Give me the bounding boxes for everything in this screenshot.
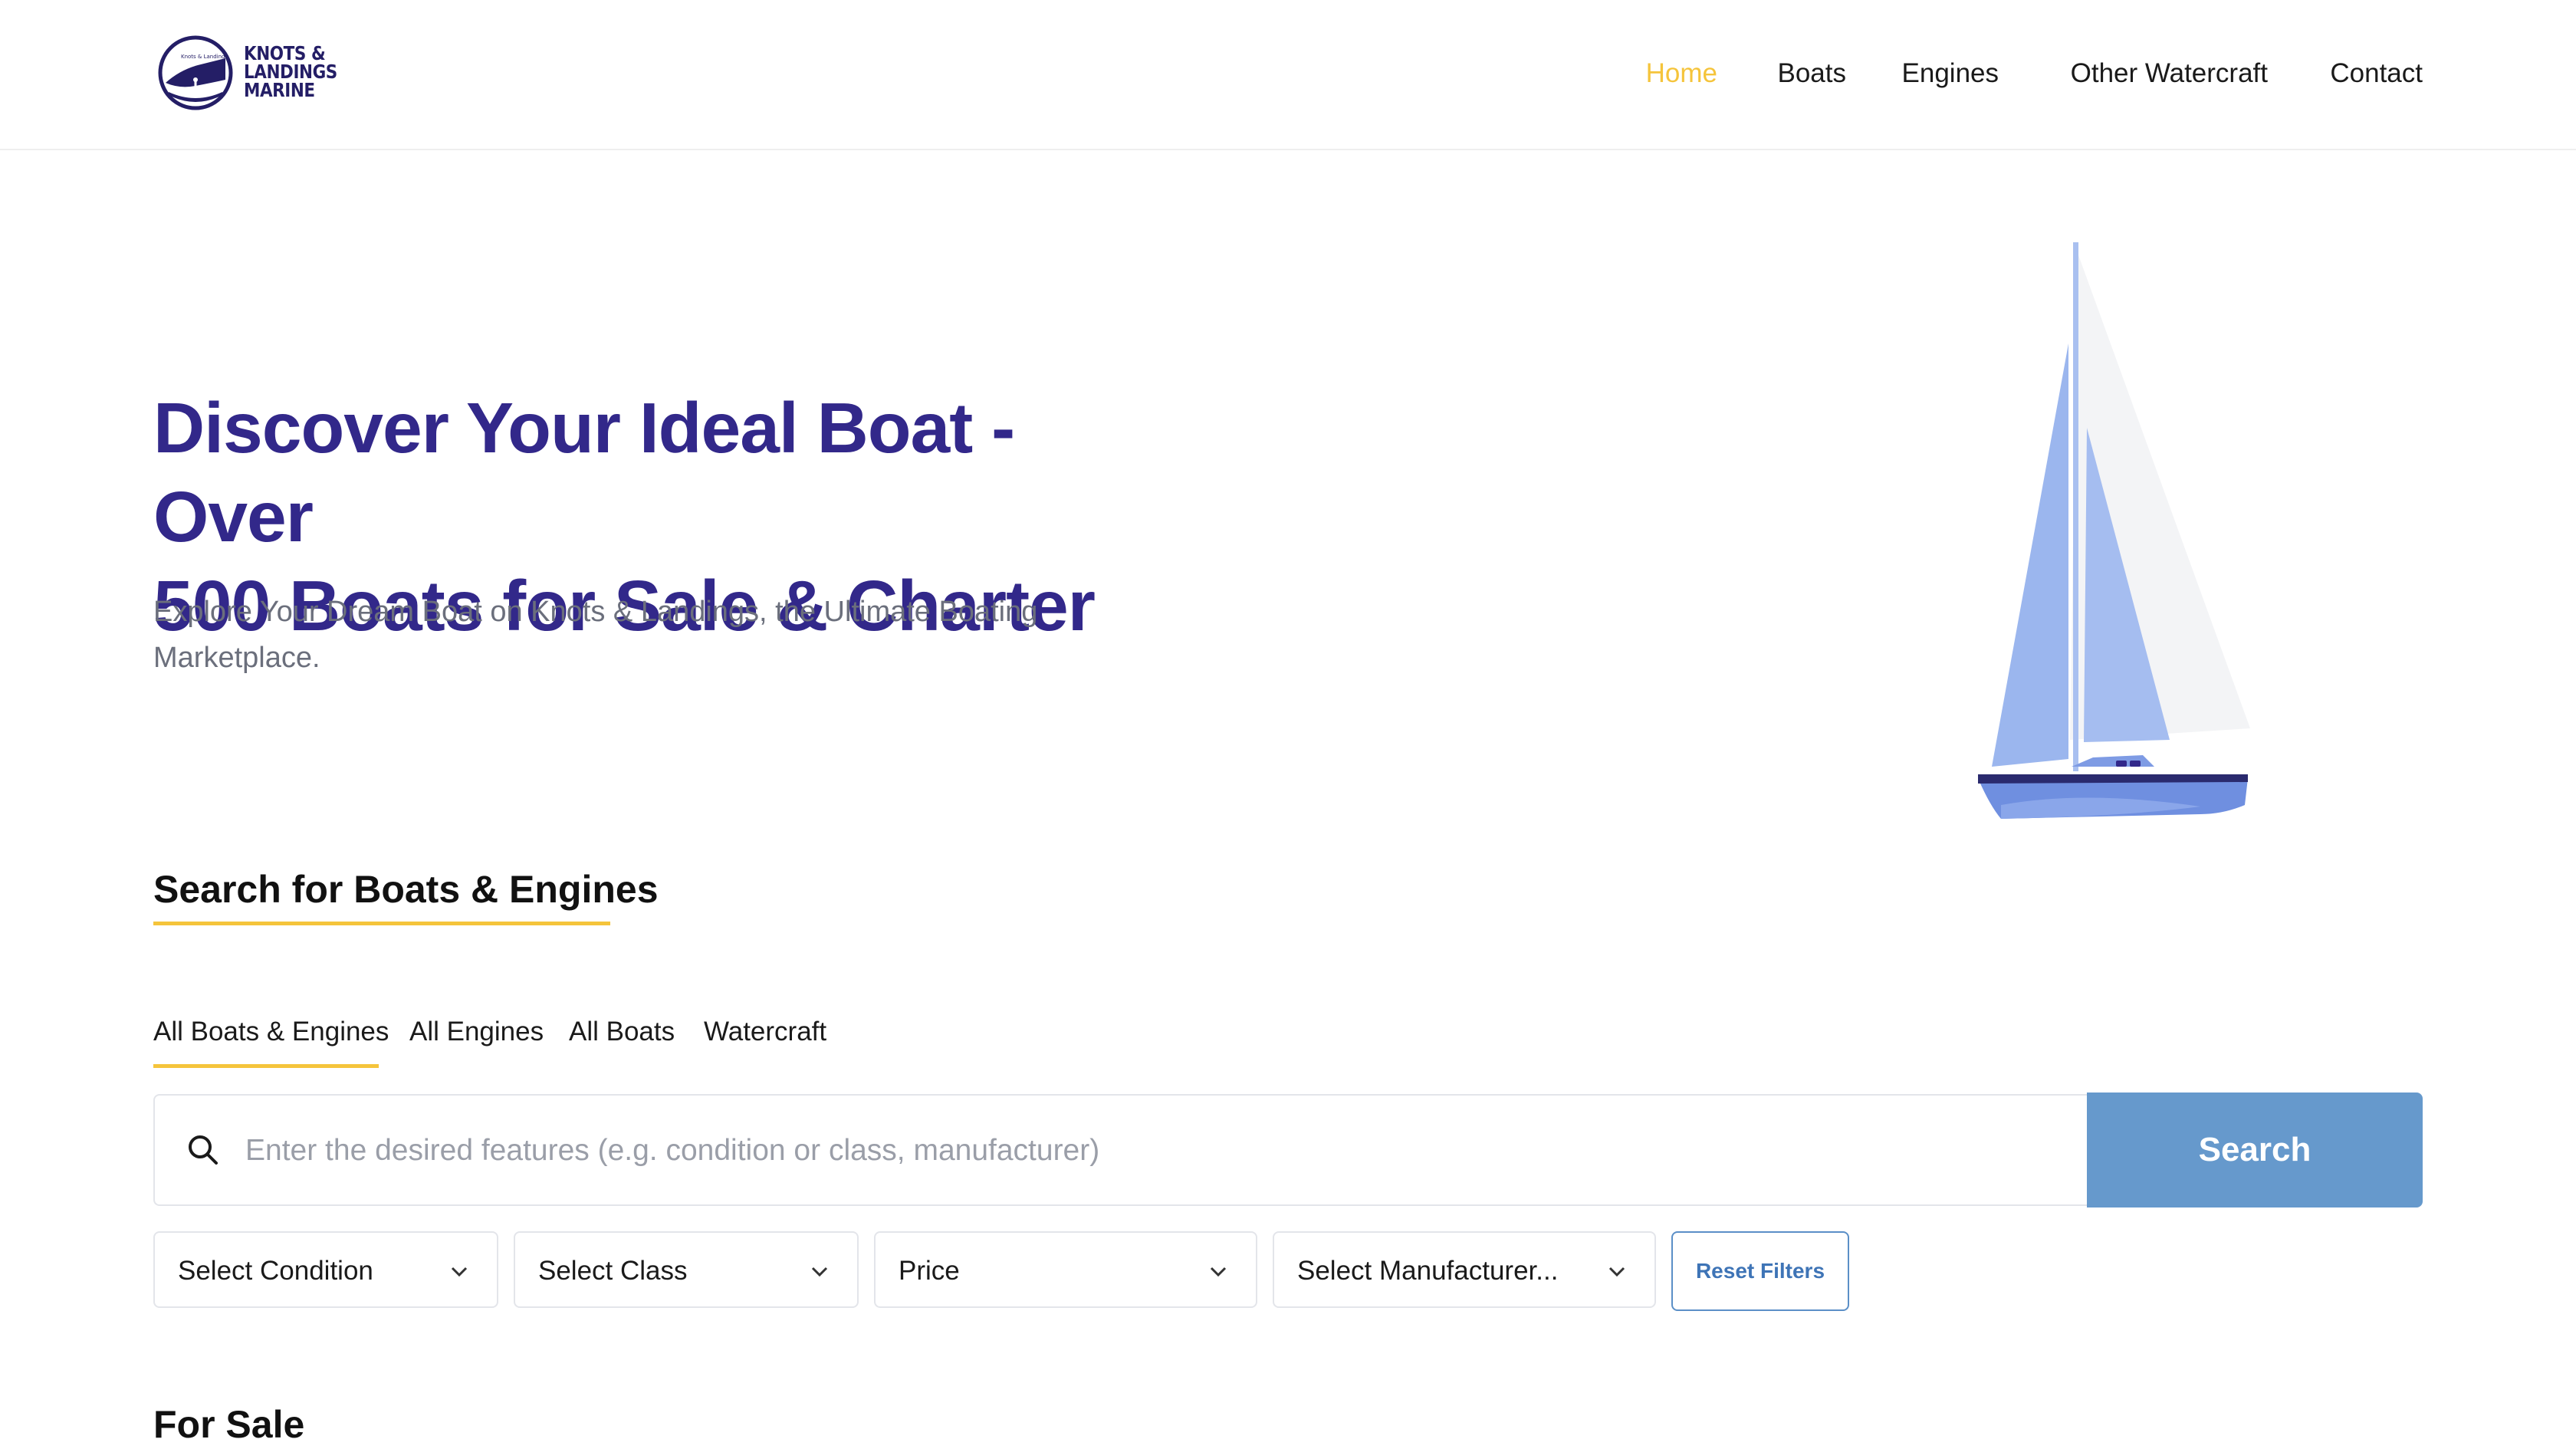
condition-select[interactable]: Select Condition bbox=[153, 1231, 498, 1308]
site-logo[interactable]: Knots & Landings KNOTS & LANDINGS MARINE bbox=[158, 35, 342, 112]
search-tabs: All Boats & Engines All Engines All Boat… bbox=[153, 1010, 920, 1069]
hero-subtitle-line-1: Explore Your Dream Boat on Knots & Landi… bbox=[153, 596, 1038, 628]
hero-title-line-1: Discover Your Ideal Boat - Over bbox=[153, 388, 1015, 557]
chevron-down-icon bbox=[1210, 1267, 1227, 1277]
nav-home[interactable]: Home bbox=[1646, 54, 1717, 94]
condition-select-label: Select Condition bbox=[178, 1256, 373, 1286]
section-title-underline bbox=[153, 922, 610, 925]
price-select-label: Price bbox=[899, 1256, 960, 1286]
logo-badge-icon: Knots & Landings bbox=[158, 35, 233, 110]
tab-watercraft[interactable]: Watercraft bbox=[704, 1010, 826, 1053]
tab-all-boats-engines[interactable]: All Boats & Engines bbox=[153, 1010, 389, 1053]
svg-text:Knots & Landings: Knots & Landings bbox=[181, 54, 228, 60]
site-header: Knots & Landings KNOTS & LANDINGS MARINE… bbox=[0, 0, 2576, 150]
tab-all-engines[interactable]: All Engines bbox=[409, 1010, 544, 1053]
search-section-title: Search for Boats & Engines bbox=[153, 868, 659, 911]
chevron-down-icon bbox=[451, 1267, 468, 1277]
class-select-label: Select Class bbox=[538, 1256, 688, 1286]
chevron-down-icon bbox=[1608, 1267, 1625, 1277]
reset-filters-button[interactable]: Reset Filters bbox=[1671, 1231, 1849, 1311]
active-tab-underline bbox=[153, 1064, 379, 1068]
sailboat-illustration bbox=[1978, 242, 2250, 819]
nav-other-watercraft[interactable]: Other Watercraft bbox=[2071, 54, 2268, 94]
hero-subtitle: Explore Your Dream Boat on Knots & Landi… bbox=[153, 589, 1104, 681]
price-select[interactable]: Price bbox=[874, 1231, 1257, 1308]
logo-wordmark: KNOTS & LANDINGS MARINE bbox=[244, 44, 337, 100]
manufacturer-select-label: Select Manufacturer... bbox=[1297, 1256, 1559, 1286]
nav-contact[interactable]: Contact bbox=[2330, 54, 2423, 94]
search-button[interactable]: Search bbox=[2087, 1092, 2423, 1208]
logo-line-3: MARINE bbox=[244, 79, 315, 101]
for-sale-section-title: For Sale bbox=[153, 1403, 305, 1446]
class-select[interactable]: Select Class bbox=[514, 1231, 859, 1308]
tab-all-boats[interactable]: All Boats bbox=[569, 1010, 675, 1053]
nav-boats[interactable]: Boats bbox=[1778, 54, 1847, 94]
hero-subtitle-line-2: Marketplace. bbox=[153, 642, 320, 674]
search-icon bbox=[189, 1135, 218, 1165]
nav-engines[interactable]: Engines bbox=[1902, 54, 1999, 94]
search-bar bbox=[153, 1094, 2087, 1206]
manufacturer-select[interactable]: Select Manufacturer... bbox=[1273, 1231, 1656, 1308]
chevron-down-icon bbox=[811, 1267, 828, 1277]
search-input[interactable] bbox=[245, 1123, 2055, 1178]
